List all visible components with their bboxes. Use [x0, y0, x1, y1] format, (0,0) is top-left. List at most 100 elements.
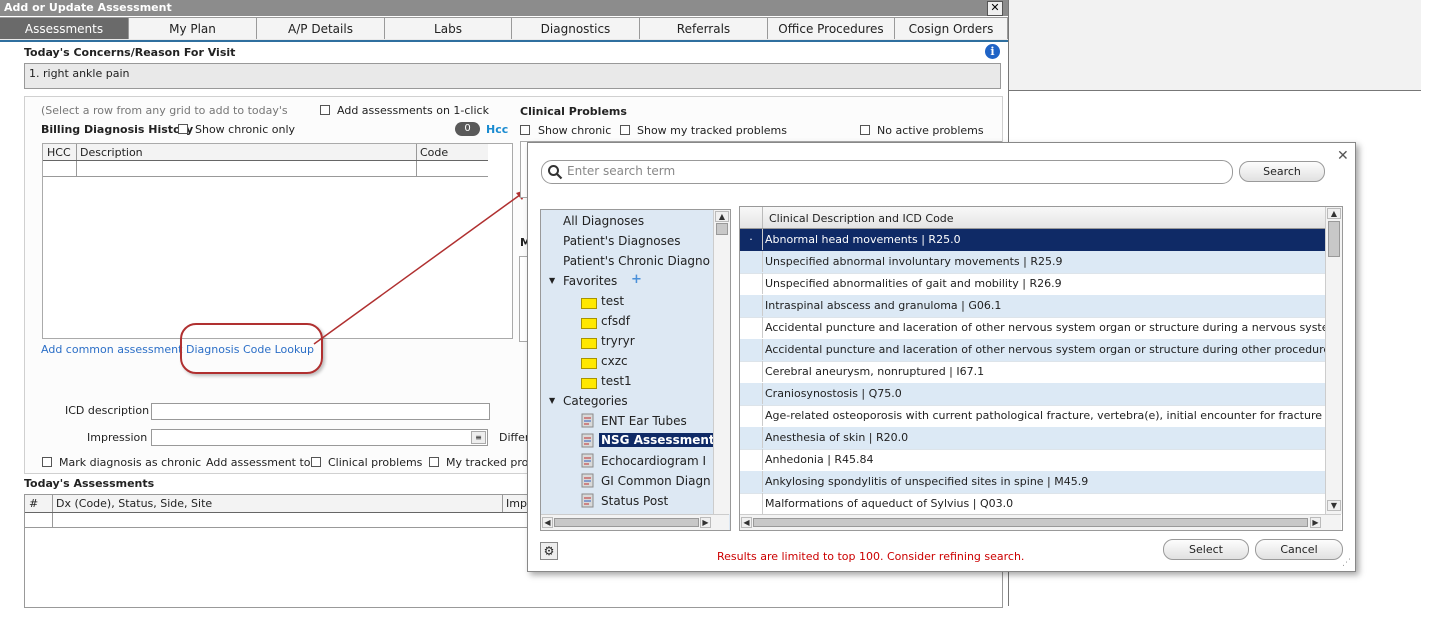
result-row[interactable]: Craniosynostosis | Q75.0 [740, 383, 1325, 406]
tree-hscroll-thumb[interactable] [554, 518, 699, 527]
result-row[interactable]: Accidental puncture and laceration of ot… [740, 339, 1325, 362]
tab-office-procedures[interactable]: Office Procedures [768, 17, 895, 39]
show-tracked-checkbox[interactable] [620, 125, 630, 135]
row-selector[interactable]: · [740, 229, 763, 250]
favorite-item[interactable]: test [601, 294, 624, 308]
tree-scroll-thumb[interactable] [716, 223, 728, 235]
tab-diagnostics[interactable]: Diagnostics [512, 17, 640, 39]
favorite-item[interactable]: cfsdf [601, 314, 630, 328]
tree-item-categories[interactable]: Categories [563, 394, 628, 408]
scroll-up-icon[interactable]: ▲ [1327, 208, 1341, 219]
tab-ap-details[interactable]: A/P Details [257, 17, 385, 39]
tab-my-plan[interactable]: My Plan [129, 17, 257, 39]
table-row[interactable] [43, 161, 488, 177]
category-item-selected[interactable]: NSG Assessments [599, 433, 724, 447]
row-selector[interactable] [740, 273, 763, 294]
category-tree[interactable]: All Diagnoses Patient's Diagnoses Patien… [540, 209, 731, 531]
result-row[interactable]: Anesthesia of skin | R20.0 [740, 427, 1325, 450]
add-one-click-checkbox[interactable] [320, 105, 330, 115]
row-selector[interactable] [740, 471, 763, 492]
row-selector[interactable] [740, 339, 763, 360]
resize-grip-icon[interactable]: ⋰ [1342, 558, 1351, 568]
menu-icon[interactable]: ≡ [471, 431, 486, 444]
scroll-down-icon[interactable]: ▼ [1327, 500, 1341, 511]
scroll-right-icon[interactable]: ▶ [1310, 517, 1321, 528]
category-item[interactable]: Echocardiogram I [601, 454, 706, 468]
tree-item-patients-chronic[interactable]: Patient's Chronic Diagno [563, 254, 710, 268]
result-row-selected[interactable]: · Abnormal head movements | R25.0 [740, 229, 1325, 252]
grid-header-hcc[interactable]: HCC [47, 146, 71, 159]
scroll-left-icon[interactable]: ◀ [542, 517, 553, 528]
results-hscroll-thumb[interactable] [753, 518, 1308, 527]
tree-item-favorites[interactable]: Favorites [563, 274, 617, 288]
row-selector[interactable] [740, 405, 763, 426]
grid-header-description[interactable]: Description [80, 146, 143, 159]
results-scroll-thumb[interactable] [1328, 221, 1340, 257]
favorite-item[interactable]: test1 [601, 374, 632, 388]
result-row[interactable]: Anhedonia | R45.84 [740, 449, 1325, 472]
col-dx[interactable]: Dx (Code), Status, Side, Site [56, 497, 212, 510]
favorite-item[interactable]: cxzc [601, 354, 628, 368]
tree-item-all-diagnoses[interactable]: All Diagnoses [563, 214, 644, 228]
row-selector[interactable] [740, 251, 763, 272]
mark-chronic-checkbox[interactable] [42, 457, 52, 467]
result-row[interactable]: Accidental puncture and laceration of ot… [740, 317, 1325, 340]
tab-cosign-orders[interactable]: Cosign Orders [895, 17, 1008, 39]
result-row[interactable]: Unspecified abnormalities of gait and mo… [740, 273, 1325, 296]
tab-referrals[interactable]: Referrals [640, 17, 768, 39]
cancel-button[interactable]: Cancel [1255, 539, 1343, 560]
expand-favorites-icon[interactable]: ▼ [549, 276, 555, 285]
expand-categories-icon[interactable]: ▼ [549, 396, 555, 405]
select-button[interactable]: Select [1163, 539, 1249, 560]
result-row[interactable]: Age-related osteoporosis with current pa… [740, 405, 1325, 428]
result-row[interactable]: Unspecified abnormal involuntary movemen… [740, 251, 1325, 274]
show-chronic-only-checkbox[interactable] [178, 124, 188, 134]
category-item[interactable]: GI Common Diagn [601, 474, 711, 488]
search-button[interactable]: Search [1239, 161, 1325, 182]
icd-description-field[interactable] [151, 403, 490, 420]
window-close-button[interactable]: ✕ [987, 1, 1003, 16]
show-chronic-checkbox[interactable] [520, 125, 530, 135]
result-row[interactable]: Intraspinal abscess and granuloma | G06.… [740, 295, 1325, 318]
dialog-close-button[interactable]: ✕ [1337, 148, 1349, 164]
my-tracked-checkbox[interactable] [429, 457, 439, 467]
scroll-left-icon[interactable]: ◀ [741, 517, 752, 528]
row-selector[interactable] [740, 493, 763, 514]
row-selector[interactable] [740, 361, 763, 382]
grid-header-code[interactable]: Code [420, 146, 448, 159]
row-selector[interactable] [740, 427, 763, 448]
tab-assessments[interactable]: Assessments [0, 17, 129, 39]
results-list[interactable]: Clinical Description and ICD Code · Abnor… [739, 206, 1343, 531]
add-common-assessment-link[interactable]: Add common assessment [41, 343, 182, 356]
show-chronic-label: Show chronic [538, 124, 612, 137]
row-selector[interactable] [740, 317, 763, 338]
results-column-header[interactable]: Clinical Description and ICD Code [769, 212, 954, 225]
col-number[interactable]: # [29, 497, 38, 510]
result-row[interactable]: Cerebral aneurysm, nonruptured | I67.1 [740, 361, 1325, 384]
add-favorite-icon[interactable]: + [631, 272, 642, 287]
impression-field[interactable]: ≡ [151, 429, 488, 446]
row-selector[interactable] [740, 295, 763, 316]
scroll-right-icon[interactable]: ▶ [700, 517, 711, 528]
hcc-toggle[interactable]: 0 [455, 122, 480, 136]
tree-item-patients-diagnoses[interactable]: Patient's Diagnoses [563, 234, 681, 248]
search-input[interactable]: Enter search term [541, 160, 1233, 184]
clinical-problems-checkbox[interactable] [311, 457, 321, 467]
tree-vertical-scrollbar[interactable]: ▲ [713, 210, 730, 514]
row-selector[interactable] [740, 383, 763, 404]
results-horizontal-scrollbar[interactable]: ◀ ▶ [740, 514, 1341, 530]
category-item[interactable]: ENT Ear Tubes [601, 414, 687, 428]
scroll-up-icon[interactable]: ▲ [715, 211, 729, 222]
tab-labs[interactable]: Labs [385, 17, 512, 39]
gear-icon[interactable]: ⚙ [540, 542, 558, 560]
concerns-field[interactable]: 1. right ankle pain [24, 63, 1001, 89]
tree-horizontal-scrollbar[interactable]: ◀ ▶ [541, 514, 729, 530]
row-selector[interactable] [740, 449, 763, 470]
favorite-item[interactable]: tryryr [601, 334, 635, 348]
result-row[interactable]: Malformations of aqueduct of Sylvius | Q… [740, 493, 1325, 516]
info-icon[interactable]: i [985, 44, 1000, 59]
category-item[interactable]: Status Post [601, 494, 668, 508]
no-active-problems-checkbox[interactable] [860, 125, 870, 135]
result-row[interactable]: Ankylosing spondylitis of unspecified si… [740, 471, 1325, 494]
results-vertical-scrollbar[interactable]: ▲ ▼ [1325, 207, 1342, 514]
